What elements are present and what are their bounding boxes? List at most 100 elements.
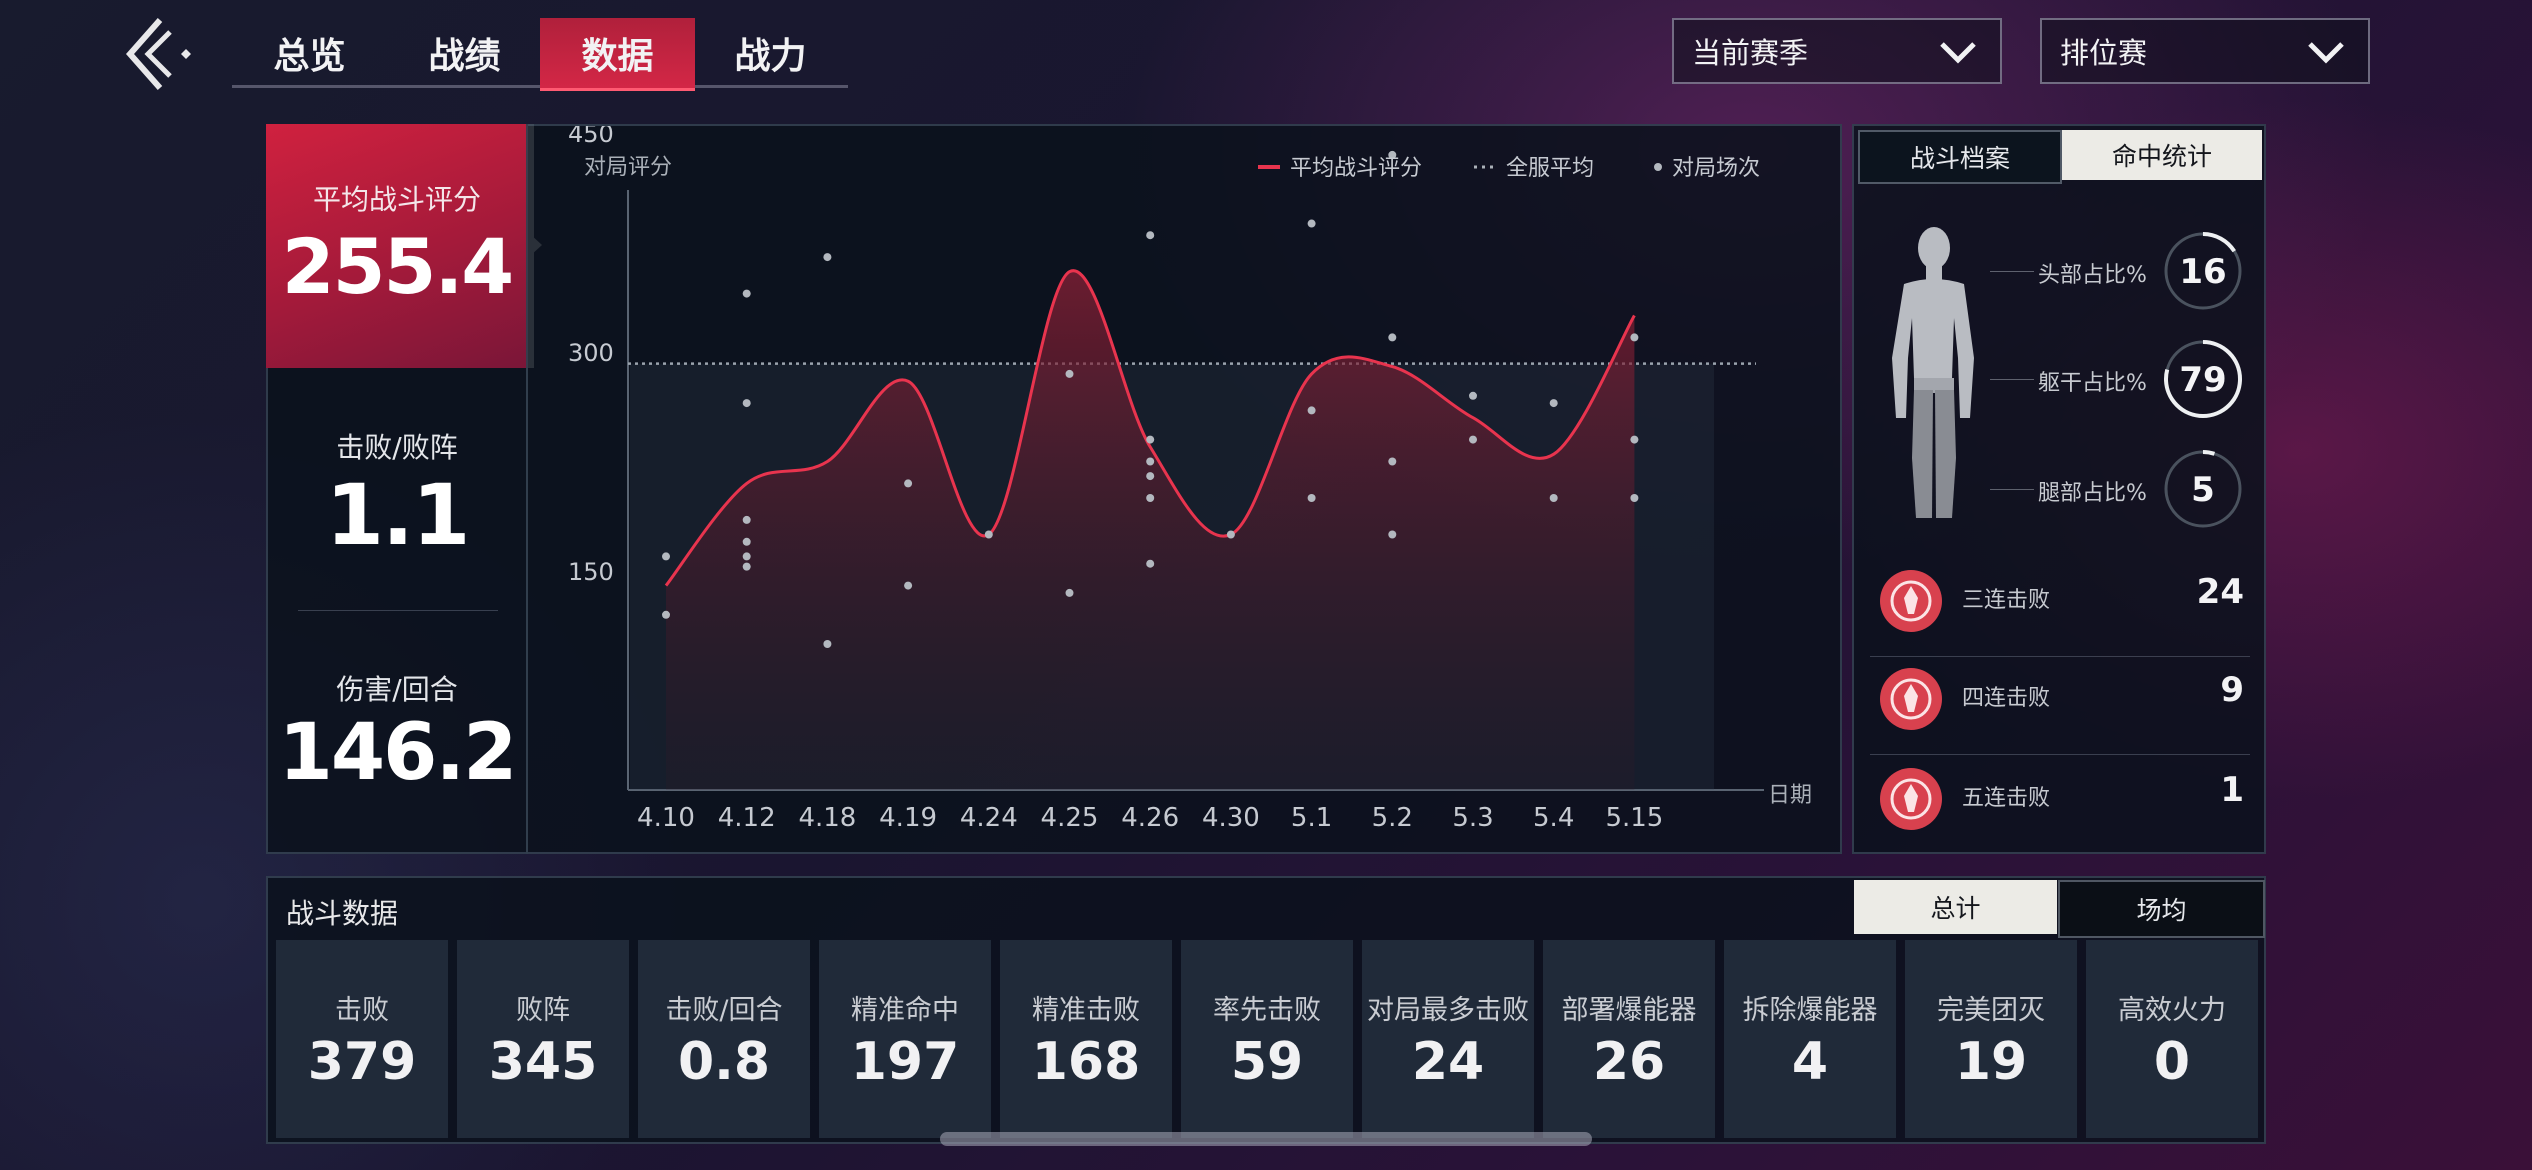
match-dot[interactable] [1469,391,1477,400]
stat-card: 率先击败 59 [1181,940,1353,1138]
tab-data[interactable]: 数据 [540,18,695,91]
season-select[interactable]: 当前赛季 [1672,18,2002,84]
match-dot[interactable] [1146,472,1155,481]
match-dot[interactable] [904,581,913,590]
match-dot[interactable] [742,399,751,408]
stat-label: 击败/回合 [665,995,783,1026]
stat-card: 拆除爆能器 4 [1724,940,1896,1138]
match-dot[interactable] [662,610,670,619]
stat-card: 击败/回合 0.8 [638,940,810,1138]
match-dot[interactable] [1226,530,1235,539]
match-dot[interactable] [1065,369,1074,378]
tab-combat-profile[interactable]: 战斗档案 [1858,130,2062,184]
match-dot[interactable] [823,253,832,262]
match-dot[interactable] [1146,559,1155,568]
streak-badge-icon [1880,570,1942,632]
stat-value: 19 [1954,1032,2028,1092]
x-tick-label: 4.10 [637,803,695,833]
match-dot[interactable] [984,530,993,539]
x-tick-label: 4.30 [1202,803,1260,833]
hit-row-label: 腿部占比% [2038,481,2147,506]
streak-label: 三连击败 [1962,588,2051,613]
x-tick-label: 4.24 [960,803,1018,833]
match-dot[interactable] [1388,457,1397,466]
tab-per-match[interactable]: 场均 [2058,880,2265,938]
x-tick-label: 4.12 [718,803,776,833]
tab-power[interactable]: 战力 [693,18,848,88]
hit-row-label: 头部占比% [2038,263,2147,288]
match-dot[interactable] [1146,231,1155,240]
stat-value: 379 [307,1032,417,1092]
divider [1870,656,2250,657]
kd-label: 击败/败阵 [336,431,458,464]
stat-label: 精准击败 [1032,995,1140,1026]
x-tick-label: 5.2 [1372,803,1413,833]
match-dot[interactable] [1630,435,1639,444]
percent-ring: 5 [2164,450,2242,528]
tab-hit-stats[interactable]: 命中统计 [2062,130,2262,180]
match-dot[interactable] [742,515,751,524]
back-button[interactable] [118,14,208,94]
x-tick-label: 4.18 [798,803,856,833]
tab-total[interactable]: 总计 [1854,880,2057,934]
stat-value: 4 [1791,1032,1829,1092]
mode-select[interactable]: 排位赛 [2040,18,2370,84]
tab-overview[interactable]: 总览 [232,18,387,88]
match-dot[interactable] [742,562,751,571]
stat-card: 击败 379 [276,940,448,1138]
stat-card: 精准击败 168 [1000,940,1172,1138]
x-axis-label: 日期 [1768,783,1812,808]
stat-card: 高效火力 0 [2086,940,2258,1138]
kd-value: 1.1 [325,466,471,564]
streak-value: 24 [2196,572,2244,612]
rating-card[interactable]: 平均战斗评分 255.4 [266,124,534,368]
streak-badge-icon [1880,668,1942,730]
stat-label: 完美团灭 [1937,995,2045,1026]
match-dot[interactable] [1630,333,1639,342]
chevron-down-icon [1940,42,1976,64]
match-dot[interactable] [1146,494,1155,502]
match-dot[interactable] [1307,494,1316,502]
horizontal-scrollbar[interactable] [940,1132,1592,1146]
streak-value: 1 [2220,770,2244,810]
match-dot[interactable] [1549,494,1558,502]
tab-record[interactable]: 战绩 [387,18,542,88]
match-dot[interactable] [1065,588,1074,597]
stat-label: 率先击败 [1213,995,1321,1026]
match-dot[interactable] [904,479,913,488]
stat-label: 部署爆能器 [1561,995,1697,1026]
legend-entry: 全服平均 [1506,156,1594,181]
match-dot[interactable] [742,289,751,298]
match-dot[interactable] [1630,494,1639,502]
divider [298,610,498,611]
x-tick-label: 5.15 [1605,803,1663,833]
stat-value: 59 [1230,1032,1304,1092]
match-dot[interactable] [1307,219,1316,228]
match-dot[interactable] [1549,399,1558,408]
percent-ring: 16 [2164,232,2242,310]
match-dot[interactable] [1388,333,1397,342]
match-dot[interactable] [742,537,751,546]
match-dot[interactable] [1388,530,1397,539]
match-dot[interactable] [1307,406,1316,415]
streak-label: 四连击败 [1962,686,2051,711]
match-dot[interactable] [823,640,832,648]
stat-card: 部署爆能器 26 [1543,940,1715,1138]
divider [1870,754,2250,755]
damage-label: 伤害/回合 [336,673,458,706]
connector-line [1990,271,2034,272]
match-dot[interactable] [1146,457,1155,466]
x-tick-label: 5.3 [1452,803,1493,833]
stat-label: 高效火力 [2118,995,2226,1026]
stat-value: 24 [1411,1032,1485,1092]
match-dot[interactable] [742,552,751,561]
match-dot[interactable] [662,552,670,561]
stat-label: 拆除爆能器 [1742,995,1878,1026]
percent-ring: 79 [2164,340,2242,418]
x-tick-label: 4.25 [1041,803,1099,833]
match-dot[interactable] [1146,435,1155,444]
match-dot[interactable] [1469,435,1477,444]
stat-value: 168 [1031,1032,1141,1092]
connector-line [1990,489,2034,490]
back-arrow-icon [125,18,191,90]
